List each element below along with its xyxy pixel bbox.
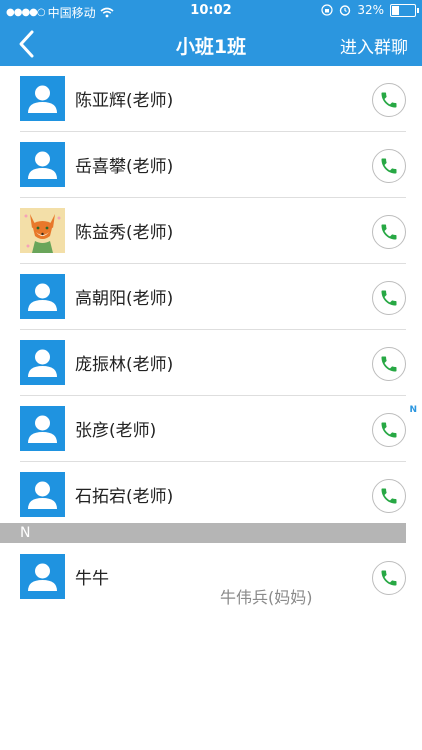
contact-name: 岳喜攀(老师) xyxy=(75,157,174,177)
contact-name: 石拓宕(老师) xyxy=(75,487,174,507)
call-button[interactable] xyxy=(372,561,406,595)
call-button[interactable] xyxy=(372,215,406,249)
call-button[interactable] xyxy=(372,347,406,381)
contact-row[interactable]: 高朝阳(老师) xyxy=(20,264,406,330)
contact-row[interactable]: 陈亚辉(老师) xyxy=(20,66,406,132)
header: ●●●●○ 中国移动 10:02 32% 小班1班 进入群聊 xyxy=(0,0,422,66)
person-avatar-icon xyxy=(20,554,65,599)
section-header: N xyxy=(0,523,406,543)
section-index-letter[interactable]: N xyxy=(409,405,417,415)
contact-list: 陈亚辉(老师) 岳喜攀(老师) 陈益秀(老师) 高朝阳(老师) 庞振林(老师) … xyxy=(0,66,422,527)
contact-row[interactable]: 石拓宕(老师) xyxy=(20,462,406,527)
student-list: 牛牛 牛伟兵(妈妈) xyxy=(0,544,422,609)
contact-name: 牛牛 xyxy=(75,569,109,589)
status-right: 32% xyxy=(321,3,419,17)
join-group-chat-button[interactable]: 进入群聊 xyxy=(340,33,408,58)
person-avatar-icon xyxy=(20,142,65,187)
contact-row[interactable]: 张彦(老师) xyxy=(20,396,406,462)
person-avatar-icon xyxy=(20,406,65,451)
call-button[interactable] xyxy=(372,149,406,183)
alarm-icon xyxy=(340,5,351,16)
person-avatar-icon xyxy=(20,340,65,385)
phone-icon xyxy=(381,570,397,586)
contact-name: 庞振林(老师) xyxy=(75,355,174,375)
phone-icon xyxy=(381,488,397,504)
person-avatar-icon xyxy=(20,76,65,121)
contact-name: 陈益秀(老师) xyxy=(75,223,174,243)
battery-icon xyxy=(390,3,419,17)
fox-avatar-icon xyxy=(20,208,65,253)
contact-row[interactable]: 庞振林(老师) xyxy=(20,330,406,396)
contact-row[interactable]: 牛牛 牛伟兵(妈妈) xyxy=(20,544,406,609)
person-avatar-icon xyxy=(20,472,65,517)
battery-level xyxy=(392,5,399,15)
phone-icon xyxy=(381,224,397,240)
phone-icon xyxy=(381,422,397,438)
call-button[interactable] xyxy=(372,281,406,315)
status-bar: ●●●●○ 中国移动 10:02 32% xyxy=(0,0,422,22)
person-avatar-icon xyxy=(20,274,65,319)
contact-row[interactable]: 陈益秀(老师) xyxy=(20,198,406,264)
phone-icon xyxy=(381,92,397,108)
contact-name: 张彦(老师) xyxy=(75,421,157,441)
phone-icon xyxy=(381,158,397,174)
call-button[interactable] xyxy=(372,83,406,117)
rotation-lock-icon xyxy=(321,4,333,16)
phone-icon xyxy=(381,356,397,372)
contact-name: 高朝阳(老师) xyxy=(75,289,174,309)
call-button[interactable] xyxy=(372,413,406,447)
contact-name: 陈亚辉(老师) xyxy=(75,91,174,111)
battery-percent: 32% xyxy=(357,3,384,17)
call-button[interactable] xyxy=(372,479,406,513)
phone-icon xyxy=(381,290,397,306)
contact-row[interactable]: 岳喜攀(老师) xyxy=(20,132,406,198)
parent-name: 牛伟兵(妈妈) xyxy=(220,588,313,607)
nav-bar: 小班1班 进入群聊 xyxy=(0,22,422,66)
